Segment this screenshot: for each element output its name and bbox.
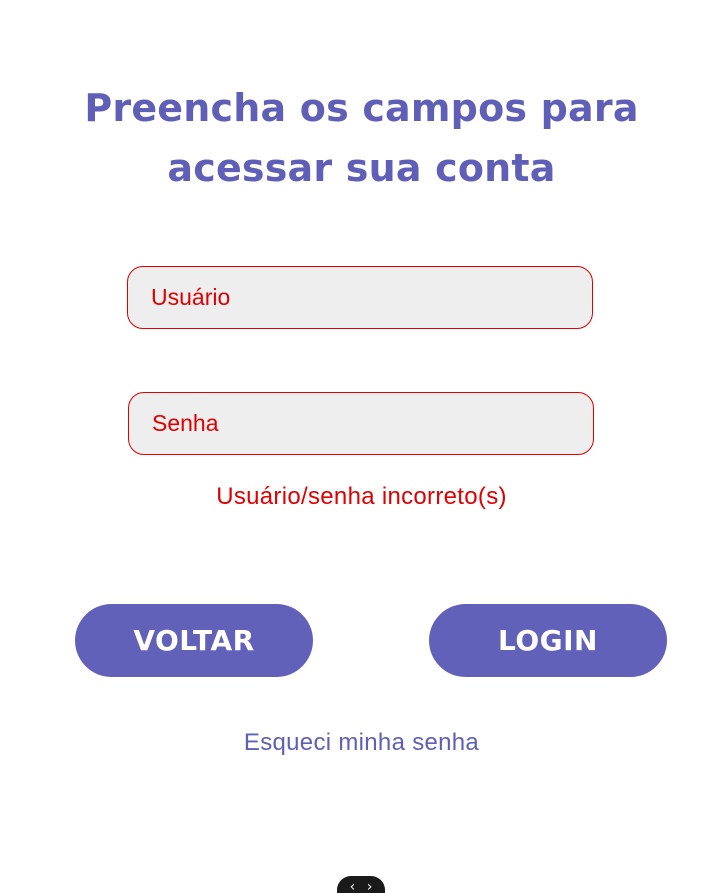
- username-input[interactable]: [151, 267, 592, 328]
- error-message: Usuário/senha incorreto(s): [216, 483, 507, 510]
- back-button[interactable]: VOLTAR: [75, 604, 313, 677]
- login-button[interactable]: LOGIN: [429, 604, 667, 677]
- password-input[interactable]: [152, 393, 593, 454]
- forgot-password-link[interactable]: Esqueci minha senha: [0, 729, 723, 757]
- code-brackets-icon[interactable]: ‹ ›: [337, 876, 385, 893]
- page-title-line1: Preencha os campos para: [84, 86, 639, 130]
- page-title-line2: acessar sua conta: [167, 146, 556, 190]
- password-field[interactable]: [128, 392, 594, 455]
- login-page: Preencha os campos para acessar sua cont…: [0, 0, 723, 893]
- username-field[interactable]: [127, 266, 593, 329]
- page-title: Preencha os campos para acessar sua cont…: [0, 78, 723, 198]
